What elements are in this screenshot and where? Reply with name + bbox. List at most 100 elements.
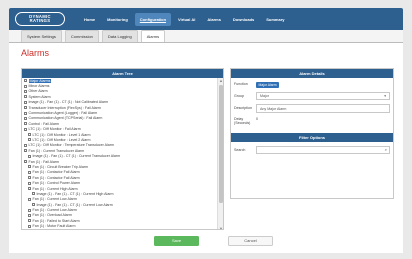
alarm-tree-panel: Alarm Tree - Major Alarms Minor Alarms Othe… xyxy=(21,68,224,230)
tree-item-label: Fan (1) : Overload Alarm xyxy=(32,213,72,218)
tab-alarms[interactable]: Alarms xyxy=(140,30,166,42)
tree-item-label: Communication Agent (TCPSerial) : Fail A… xyxy=(28,116,103,121)
save-button[interactable]: Save xyxy=(154,236,199,246)
tree-checkbox-icon[interactable] xyxy=(24,95,27,99)
tree-item-label: LTC (1) : Diff Monitor : Fail Alarm xyxy=(28,127,81,132)
group-select-value: Major xyxy=(260,93,269,98)
tree-checkbox-icon[interactable] xyxy=(28,224,31,228)
delay-row: Delay (Seconds) 0 xyxy=(231,117,393,125)
tree-checkbox-icon[interactable] xyxy=(24,100,27,104)
tree-item-label: Fan (1) : Current Transducer Alarm xyxy=(28,148,85,153)
search-input[interactable]: ⌕ xyxy=(256,145,390,154)
logo-line-2: RATINGS xyxy=(29,18,51,23)
tree-item-label: Other Alarm xyxy=(28,89,48,94)
search-label: Search xyxy=(234,147,246,152)
tree-item-label: Fan (1) : Contactor Fail Alarm xyxy=(32,175,80,180)
tab-commission[interactable]: Commission xyxy=(64,30,99,42)
function-label: Function xyxy=(234,82,248,86)
description-input[interactable]: Any Major Alarm xyxy=(256,103,390,113)
tree-item-label: Fan (1) : Motor Fault Alarm xyxy=(32,224,76,229)
tree-checkbox-icon[interactable] xyxy=(28,165,31,169)
tree-item-label: Fan (1) : Current High Alarm xyxy=(32,186,78,191)
tree-item-label: Fan (1) : Failed to Start Alarm xyxy=(32,218,80,223)
group-row: Group Major ▾ xyxy=(231,91,393,100)
group-label: Group xyxy=(234,93,244,98)
nav-summary[interactable]: Summary xyxy=(261,13,289,26)
delay-label: Delay (Seconds) xyxy=(234,116,251,125)
search-icon[interactable]: ⌕ xyxy=(385,147,387,152)
scroll-down-arrow-icon[interactable]: ▼ xyxy=(218,226,223,229)
tree-item-label: Transducer Interruption (FlexSys) : Fail… xyxy=(28,105,101,110)
nav-configuration[interactable]: Configuration xyxy=(134,12,172,26)
tree-checkbox-icon[interactable] xyxy=(24,143,27,147)
tree-checkbox-icon[interactable] xyxy=(24,89,27,93)
tree-checkbox-icon[interactable] xyxy=(32,203,35,207)
delay-value[interactable]: 0 xyxy=(256,117,390,121)
alarm-tree-header: Alarm Tree xyxy=(22,69,223,78)
tree-item-label: Control : Fail Alarm xyxy=(28,121,60,126)
alarm-tree: - Major Alarms Minor Alarms Other Alarm Syst… xyxy=(22,78,218,229)
tree-toggle-icon[interactable]: - xyxy=(24,79,27,83)
tree-item-label: Fan (1) : Circuit Breaker Trip Alarm xyxy=(32,164,89,169)
tree-checkbox-icon[interactable] xyxy=(28,181,31,185)
tree-checkbox-icon[interactable] xyxy=(28,133,31,137)
tree-checkbox-icon[interactable] xyxy=(28,170,31,174)
nav-monitoring[interactable]: Monitoring xyxy=(102,13,133,26)
tree-checkbox-icon[interactable] xyxy=(28,197,31,201)
tree-toggle-icon[interactable]: - xyxy=(28,187,31,191)
tree-item-label: Image (1) - Fan (1) - CT (1) : Current L… xyxy=(36,202,113,207)
tree-item-label: Communication Agent (Logger) : Fail Alar… xyxy=(28,111,98,116)
tree-item[interactable]: Fan (1) : Motor Fault Alarm xyxy=(22,224,218,229)
tree-checkbox-icon[interactable] xyxy=(24,116,27,120)
tree-item-label: LTC (1) : Diff Monitor : Level 1 Alarm xyxy=(32,132,91,137)
description-row: Description Any Major Alarm xyxy=(231,103,393,113)
alarm-details-header: Alarm Details xyxy=(231,69,393,78)
tree-item-label: LTC (1) : Diff Monitor : Level 2 Alarm xyxy=(32,137,91,142)
tree-checkbox-icon[interactable] xyxy=(28,138,31,142)
tree-toggle-icon[interactable]: - xyxy=(24,127,27,131)
search-row: Search ⌕ xyxy=(231,145,393,154)
tree-toggle-icon[interactable]: - xyxy=(24,160,27,164)
tree-checkbox-icon[interactable] xyxy=(28,208,31,212)
tree-checkbox-icon[interactable] xyxy=(28,176,31,180)
tree-item-label: Image (1) - Fan (1) - CT (1) : Current T… xyxy=(32,154,121,159)
tree-checkbox-icon[interactable] xyxy=(28,213,31,217)
nav-home[interactable]: Home xyxy=(79,13,100,26)
tab-system-settings[interactable]: System Settings xyxy=(21,30,62,42)
tree-checkbox-icon[interactable] xyxy=(32,192,35,196)
tree-checkbox-icon[interactable] xyxy=(24,111,27,115)
dynamic-ratings-logo[interactable]: DYNAMIC RATINGS xyxy=(15,12,65,26)
top-navigation-bar: DYNAMIC RATINGS Home Monitoring Configur… xyxy=(9,8,403,30)
alarm-details-panel: Alarm Details Function Major Alarm Group… xyxy=(230,68,394,199)
cancel-button[interactable]: Cancel xyxy=(228,236,273,246)
scroll-up-arrow-icon[interactable]: ▲ xyxy=(218,78,223,83)
tree-checkbox-icon[interactable] xyxy=(28,154,31,158)
nav-downloads[interactable]: Downloads xyxy=(228,13,259,26)
chevron-down-icon: ▾ xyxy=(384,93,386,98)
tree-checkbox-icon[interactable] xyxy=(24,84,27,88)
tree-item-label: Major Alarms xyxy=(28,78,52,83)
tree-item-label: Fan (1) : Current Low Alarm xyxy=(32,197,77,202)
tree-toggle-icon[interactable]: - xyxy=(24,149,27,153)
tree-scrollbar[interactable]: ▲ ▼ xyxy=(217,78,223,229)
tree-checkbox-icon[interactable] xyxy=(24,106,27,110)
function-value-badge: Major Alarm xyxy=(256,82,280,88)
tree-checkbox-icon[interactable] xyxy=(28,219,31,223)
main-nav: Home Monitoring Configuration Virtual AI… xyxy=(79,12,292,26)
scroll-thumb[interactable] xyxy=(219,85,223,203)
tree-checkbox-icon[interactable] xyxy=(24,122,27,126)
function-row: Function Major Alarm xyxy=(231,82,393,88)
tree-item-label: Image (1) - Fan (1) - CT (1) : Not Calib… xyxy=(28,100,109,105)
tree-item-label: Fan (1) : Contactor Fail Alarm xyxy=(32,170,80,175)
tree-item-label: LTC (1) : Diff Monitor : Temperature Tra… xyxy=(28,143,114,148)
tab-data-logging[interactable]: Data Logging xyxy=(101,30,138,42)
description-label: Description xyxy=(234,106,252,111)
filter-options-header: Filter Options xyxy=(231,132,393,142)
main-content: Alarms Alarm Tree - Major Alarms Minor Ala… xyxy=(9,43,403,253)
tree-item-label: Fan (1) : Control Power Alarm xyxy=(32,181,81,186)
tree-item-label: System Alarm xyxy=(28,94,51,99)
group-select[interactable]: Major ▾ xyxy=(256,91,390,100)
nav-virtual-ai[interactable]: Virtual AI xyxy=(173,13,200,26)
sub-navigation: System Settings Commission Data Logging … xyxy=(9,30,403,43)
nav-alarms[interactable]: Alarms xyxy=(202,13,226,26)
